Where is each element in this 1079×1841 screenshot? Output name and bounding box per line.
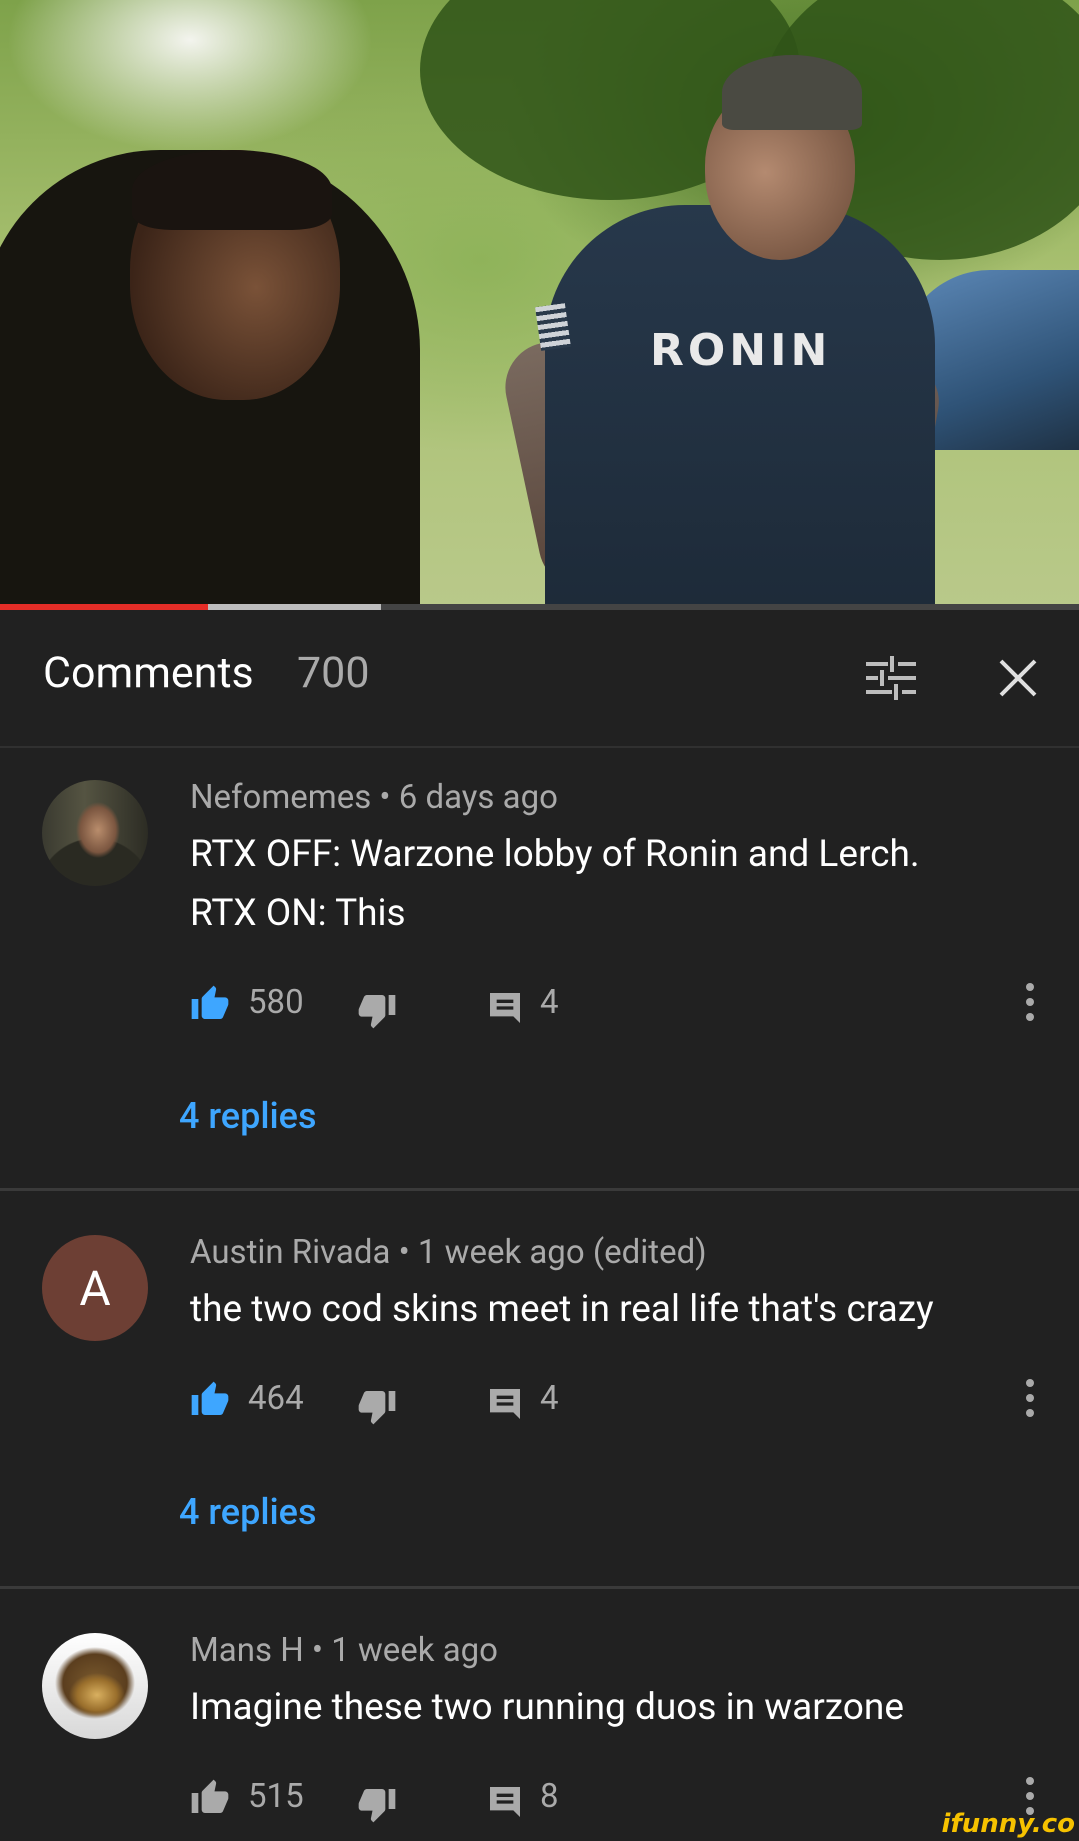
reply-icon[interactable]: [485, 1384, 525, 1424]
comment-text: RTX OFF: Warzone lobby of Ronin and Lerc…: [190, 825, 1030, 943]
view-replies-link[interactable]: 4 replies: [179, 1491, 316, 1533]
comment-item: Nefomemes • 6 days ago RTX OFF: Warzone …: [0, 748, 1079, 1191]
avatar[interactable]: A: [42, 1235, 148, 1341]
like-count: 580: [248, 983, 304, 1022]
shirt-flag: [535, 303, 571, 351]
like-count: 464: [248, 1379, 304, 1418]
avatar[interactable]: [42, 780, 148, 886]
reply-icon[interactable]: [485, 1782, 525, 1822]
view-replies-link[interactable]: 4 replies: [179, 1095, 316, 1137]
comment-meta: Mans H • 1 week ago: [190, 1631, 498, 1670]
comments-count: 700: [297, 648, 370, 698]
dislike-icon[interactable]: [357, 1784, 397, 1824]
comment-text-line: RTX OFF: Warzone lobby of Ronin and Lerc…: [190, 833, 920, 876]
comment-item: Mans H • 1 week ago Imagine these two ru…: [0, 1589, 1079, 1841]
watermark-logo: ifunny.co: [941, 1809, 1075, 1839]
person-right-cap: [722, 55, 862, 130]
comment-text: the two cod skins meet in real life that…: [190, 1280, 1030, 1339]
shirt-text: RONIN: [650, 325, 832, 376]
like-icon[interactable]: [190, 984, 230, 1024]
comment-meta: Austin Rivada • 1 week ago (edited): [190, 1233, 707, 1272]
comments-title: Comments: [43, 648, 254, 698]
comment-text-line: Imagine these two running duos in warzon…: [190, 1686, 904, 1729]
avatar[interactable]: [42, 1633, 148, 1739]
comment-actions: 515 8: [190, 1774, 1070, 1824]
comment-item: A Austin Rivada • 1 week ago (edited) th…: [0, 1191, 1079, 1589]
person-left: [0, 150, 420, 608]
comment-actions: 464 4: [190, 1376, 1070, 1426]
reply-icon[interactable]: [485, 988, 525, 1028]
person-right: [545, 205, 935, 608]
more-options-icon[interactable]: [1022, 980, 1038, 1024]
reply-count: 4: [540, 983, 559, 1022]
like-icon[interactable]: [190, 1778, 230, 1818]
more-options-icon[interactable]: [1022, 1376, 1038, 1420]
comments-header: Comments 700: [0, 610, 1079, 748]
sort-filter-icon[interactable]: [866, 656, 916, 700]
comment-meta: Nefomemes • 6 days ago: [190, 778, 558, 817]
like-count: 515: [248, 1777, 304, 1816]
close-icon[interactable]: [998, 658, 1038, 698]
reply-count: 4: [540, 1379, 559, 1418]
comment-text-line: RTX ON: This: [190, 892, 406, 935]
video-player[interactable]: RONIN: [0, 0, 1079, 608]
comment-actions: 580 4: [190, 980, 1070, 1030]
reply-count: 8: [540, 1777, 559, 1816]
like-icon[interactable]: [190, 1380, 230, 1420]
dislike-icon[interactable]: [357, 1386, 397, 1426]
comment-text: Imagine these two running duos in warzon…: [190, 1678, 1030, 1737]
comment-text-line: the two cod skins meet in real life that…: [190, 1288, 934, 1331]
dislike-icon[interactable]: [357, 990, 397, 1030]
